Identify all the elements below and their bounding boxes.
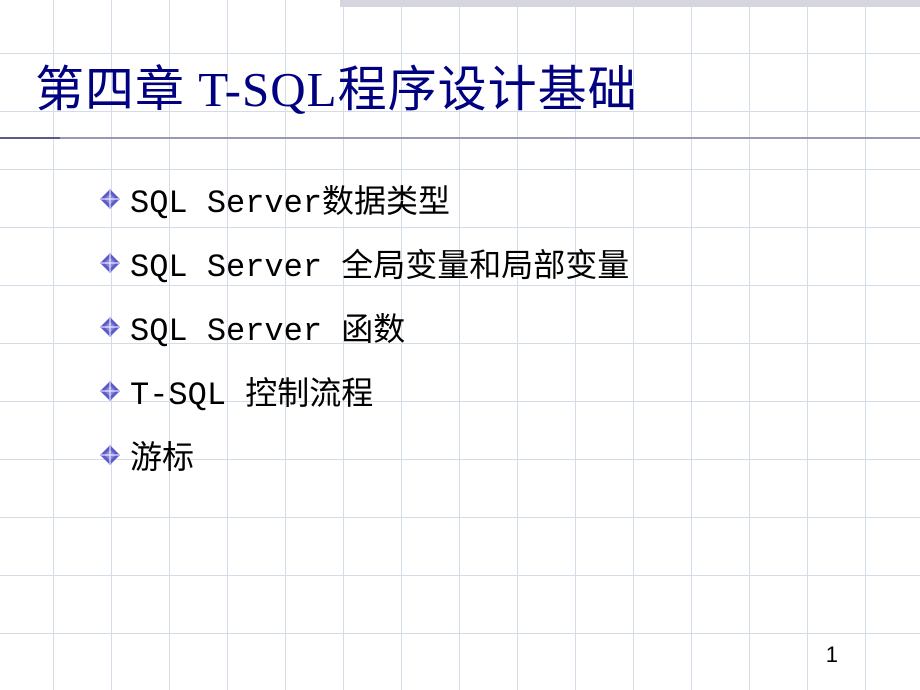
diamond-bullet-icon (100, 381, 120, 401)
bullet-text: SQL Server 全局变量和局部变量 (130, 240, 629, 286)
bullet-item: T-SQL 控制流程 (100, 368, 885, 414)
bullet-list: SQL Server数据类型 SQL Server 全局变量和局部变量 (100, 176, 885, 478)
page-number: 1 (826, 642, 838, 668)
bullet-text: 游标 (130, 432, 194, 478)
diamond-bullet-icon (100, 253, 120, 273)
slide-content: 第四章 T-SQL程序设计基础 SQL Server数据类型 (0, 0, 920, 690)
bullet-item: SQL Server 全局变量和局部变量 (100, 240, 885, 286)
title-underline (0, 137, 920, 139)
title-container: 第四章 T-SQL程序设计基础 (35, 50, 885, 121)
bullet-text: SQL Server 函数 (130, 304, 405, 350)
bullet-text: T-SQL 控制流程 (130, 368, 373, 414)
title-underline-highlight (0, 137, 60, 139)
diamond-bullet-icon (100, 445, 120, 465)
top-accent-bar (340, 0, 920, 7)
bullet-item: SQL Server数据类型 (100, 176, 885, 222)
diamond-bullet-icon (100, 317, 120, 337)
slide-title: 第四章 T-SQL程序设计基础 (35, 50, 885, 121)
diamond-bullet-icon (100, 189, 120, 209)
bullet-item: 游标 (100, 432, 885, 478)
bullet-item: SQL Server 函数 (100, 304, 885, 350)
bullet-text: SQL Server数据类型 (130, 176, 450, 222)
